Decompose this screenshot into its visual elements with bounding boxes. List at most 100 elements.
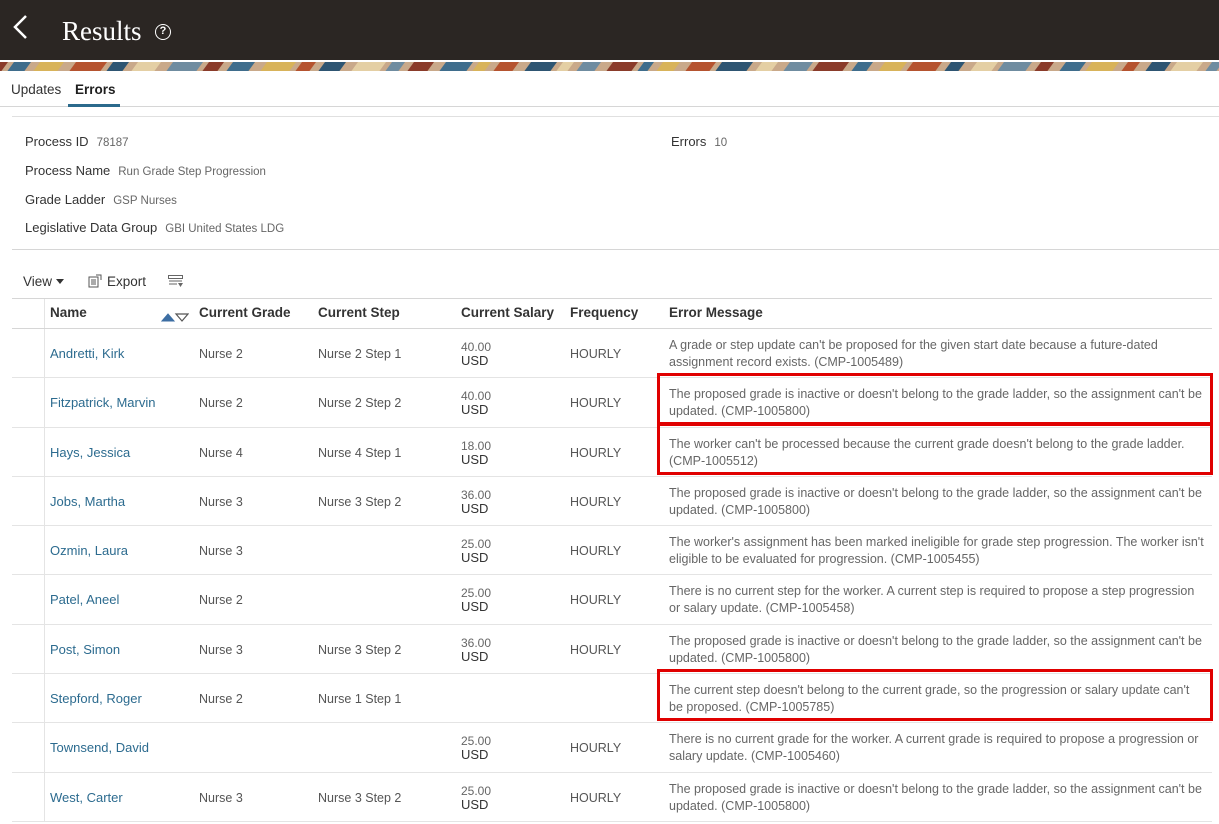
process-id-label: Process ID xyxy=(25,134,89,149)
salary-amount: 36.00 xyxy=(461,487,492,502)
salary-currency: USD xyxy=(461,599,489,615)
process-name-value: Run Grade Step Progression xyxy=(118,166,266,178)
table-row[interactable]: Andretti, Kirk Nurse 2 Nurse 2 Step 1 40.00… xyxy=(12,329,1212,379)
current-salary-cell: 25.00 USD xyxy=(461,784,491,812)
row-selector[interactable] xyxy=(12,526,45,575)
process-summary: Process ID 78187 Process Name Run Grade St… xyxy=(12,116,1219,250)
current-salary-cell: 18.00 USD xyxy=(461,438,492,467)
tab-updates[interactable]: Updates xyxy=(11,82,61,107)
table-row[interactable]: Post, Simon Nurse 3 Nurse 3 Step 2 36.00 USD… xyxy=(12,624,1212,675)
row-selector[interactable] xyxy=(12,329,45,378)
table-toolbar: View Export xyxy=(12,270,312,296)
salary-currency: USD xyxy=(461,451,489,467)
employee-name-link[interactable]: Stepford, Roger xyxy=(50,691,142,706)
ldg-field: Legislative Data Group GBI United States … xyxy=(25,220,284,235)
employee-name-link[interactable]: Post, Simon xyxy=(50,642,120,657)
frequency-cell: HOURLY xyxy=(570,593,622,608)
export-button[interactable]: Export xyxy=(88,274,146,289)
freeze-columns-icon[interactable] xyxy=(168,275,184,289)
row-selector[interactable] xyxy=(12,476,45,526)
current-grade-cell: Nurse 3 xyxy=(199,544,243,559)
back-arrow-icon[interactable] xyxy=(8,12,34,44)
row-selector[interactable] xyxy=(12,772,45,821)
row-selector[interactable] xyxy=(12,575,45,624)
current-salary-cell: 25.00 USD xyxy=(461,538,491,566)
grade-ladder-value: GSP Nurses xyxy=(113,195,177,207)
employee-name-link[interactable]: Andretti, Kirk xyxy=(50,346,124,361)
employee-name-link[interactable]: Hays, Jessica xyxy=(50,445,130,460)
column-header-error-message[interactable]: Error Message xyxy=(669,305,763,320)
row-selector[interactable] xyxy=(12,427,45,476)
frequency-cell: HOURLY xyxy=(570,544,622,559)
current-step-cell: Nurse 3 Step 2 xyxy=(318,790,402,805)
current-salary-cell: 25.00 USD xyxy=(461,587,491,615)
salary-currency: USD xyxy=(461,500,489,516)
employee-name-link[interactable]: Townsend, David xyxy=(50,740,149,755)
process-id-field: Process ID 78187 xyxy=(25,134,129,149)
help-icon[interactable]: ? xyxy=(155,24,171,40)
column-header-current-grade[interactable]: Current Grade xyxy=(199,305,291,320)
error-message-cell: The proposed grade is inactive or doesn'… xyxy=(669,781,1202,813)
current-step-cell: Nurse 3 Step 2 xyxy=(318,642,402,657)
current-grade-cell: Nurse 2 xyxy=(199,396,243,411)
current-salary-cell: 36.00 USD xyxy=(461,635,492,664)
current-grade-cell: Nurse 2 xyxy=(199,593,243,608)
export-icon xyxy=(88,274,102,288)
table-row[interactable]: Ozmin, Laura Nurse 3 25.00 USD HOURLY The wor… xyxy=(12,526,1212,576)
error-message-cell: The proposed grade is inactive or doesn'… xyxy=(669,633,1202,665)
tab-errors[interactable]: Errors xyxy=(68,82,120,107)
grade-ladder-field: Grade Ladder GSP Nurses xyxy=(25,192,177,207)
row-selector[interactable] xyxy=(12,624,45,674)
current-grade-cell: Nurse 3 xyxy=(199,642,243,657)
employee-name-link[interactable]: Fitzpatrick, Marvin xyxy=(50,395,155,410)
view-menu-label: View xyxy=(23,274,53,289)
process-id-value: 78187 xyxy=(96,137,129,149)
column-header-name[interactable]: Name xyxy=(50,305,87,320)
salary-currency: USD xyxy=(461,796,489,812)
frequency-cell: HOURLY xyxy=(570,347,622,361)
salary-currency: USD xyxy=(461,648,489,664)
salary-currency: USD xyxy=(461,402,489,418)
sort-icon[interactable] xyxy=(160,309,190,322)
ldg-value: GBI United States LDG xyxy=(165,223,285,235)
column-header-current-step[interactable]: Current Step xyxy=(318,305,400,320)
error-highlight-box xyxy=(657,669,1213,722)
chevron-down-icon xyxy=(56,279,65,284)
column-header-frequency[interactable]: Frequency xyxy=(570,305,638,320)
current-step-cell: Nurse 3 Step 2 xyxy=(318,494,402,509)
decorative-banner xyxy=(0,60,1219,71)
error-message-cell: There is no current grade for the worker… xyxy=(669,732,1199,764)
row-selector[interactable] xyxy=(12,378,45,427)
employee-name-link[interactable]: Jobs, Martha xyxy=(50,494,125,509)
grade-ladder-label: Grade Ladder xyxy=(25,192,106,207)
salary-currency: USD xyxy=(461,353,489,368)
select-all-cell xyxy=(12,299,45,328)
table-row[interactable]: West, Carter Nurse 3 Nurse 3 Step 2 25.00 US… xyxy=(12,772,1212,822)
page-title: Results xyxy=(62,16,142,46)
table-row[interactable]: Patel, Aneel Nurse 2 25.00 USD HOURLY There i… xyxy=(12,575,1212,625)
error-message-cell: The worker's assignment has been marked … xyxy=(669,535,1204,567)
current-grade-cell: Nurse 4 xyxy=(199,445,243,460)
employee-name-link[interactable]: Patel, Aneel xyxy=(50,592,119,607)
salary-amount: 18.00 xyxy=(461,438,492,453)
table-row[interactable]: Jobs, Martha Nurse 3 Nurse 3 Step 2 36.00 US… xyxy=(12,476,1212,527)
column-header-current-salary[interactable]: Current Salary xyxy=(461,305,554,320)
page-header: Results ? xyxy=(0,0,1219,60)
salary-currency: USD xyxy=(461,747,489,763)
row-selector[interactable] xyxy=(12,674,45,723)
current-salary-cell: 36.00 USD xyxy=(461,487,492,516)
process-name-field: Process Name Run Grade Step Progression xyxy=(25,163,266,178)
current-step-cell: Nurse 1 Step 1 xyxy=(318,692,402,707)
table-row[interactable]: Townsend, David 25.00 USD HOURLY There is no… xyxy=(12,723,1212,773)
view-menu[interactable]: View xyxy=(23,274,65,289)
process-name-label: Process Name xyxy=(25,163,111,178)
current-grade-cell: Nurse 3 xyxy=(199,790,243,805)
frequency-cell: HOURLY xyxy=(570,741,622,756)
tab-bar: Updates Errors xyxy=(0,72,1219,107)
row-selector[interactable] xyxy=(12,723,45,772)
error-message-cell: A grade or step update can't be proposed… xyxy=(669,338,1158,369)
employee-name-link[interactable]: West, Carter xyxy=(50,790,123,805)
salary-amount: 36.00 xyxy=(461,635,492,650)
salary-currency: USD xyxy=(461,550,489,566)
employee-name-link[interactable]: Ozmin, Laura xyxy=(50,543,128,558)
